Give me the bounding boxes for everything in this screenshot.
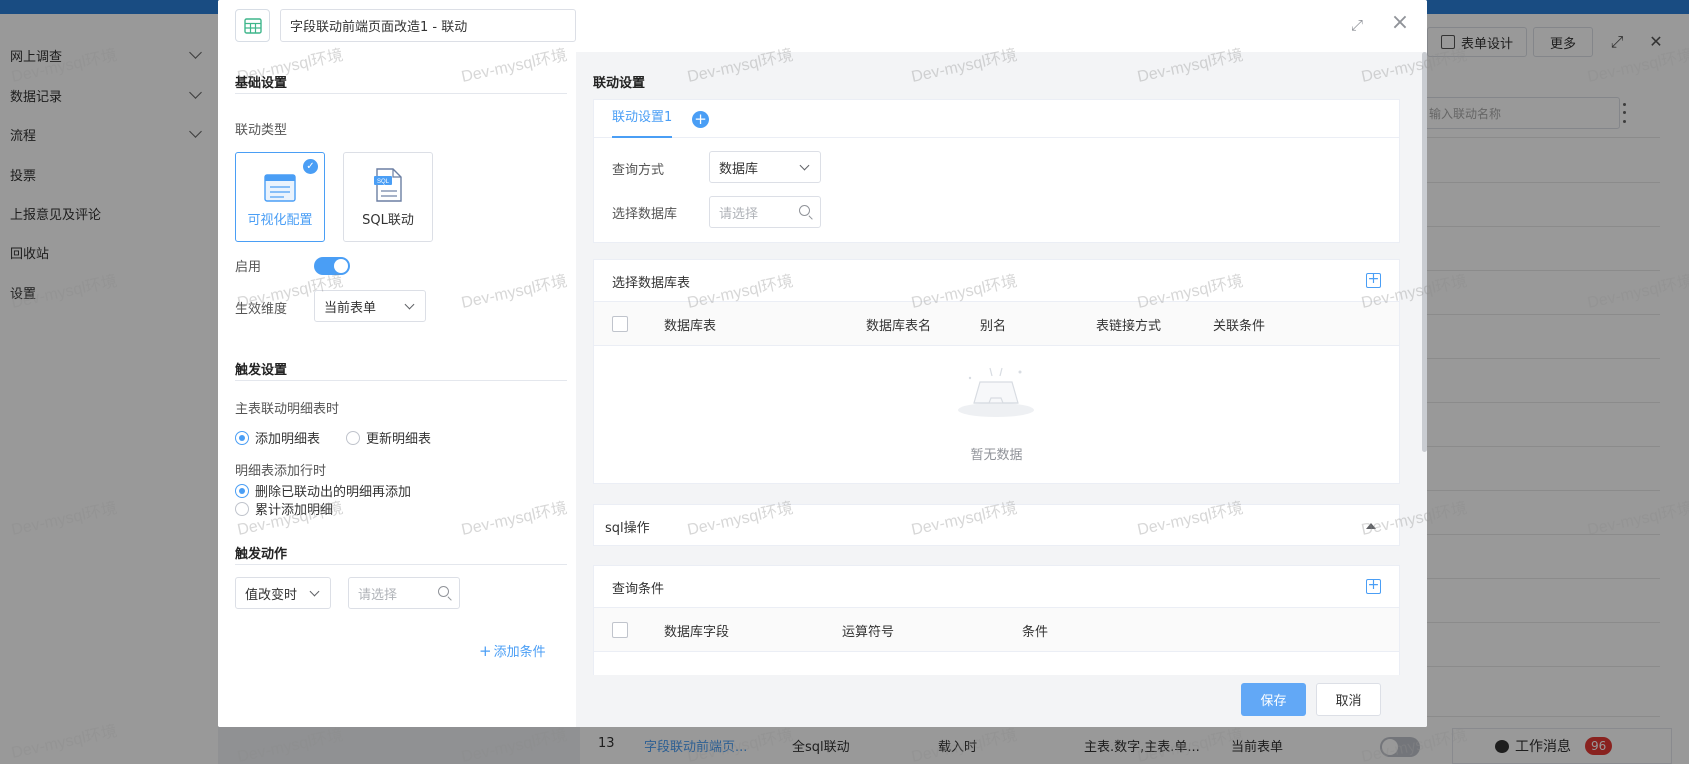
sidebar-item-data-records[interactable]: 数据记录 — [10, 84, 206, 106]
action-select[interactable]: 值改变时 — [235, 577, 331, 609]
master-detail-label: 主表联动明细表时 — [235, 402, 340, 417]
search-icon — [799, 205, 810, 216]
left-settings-pane: 基础设置 联动类型 ✓ 可视化配置 SQL SQL联动 启用 生效维度 当前表单… — [218, 52, 576, 727]
action-field-select[interactable]: 请选择 — [348, 577, 460, 609]
chevron-down-icon — [404, 299, 415, 310]
tab-linkage-1[interactable]: 联动设置1 — [612, 100, 673, 138]
row-linkage-type: 全sql联动 — [792, 740, 850, 755]
row-trigger: 载入时 — [938, 740, 978, 755]
form-design-button[interactable]: 表单设计 — [1427, 27, 1527, 57]
save-button[interactable]: 保存 — [1241, 683, 1306, 716]
maximize-icon[interactable]: ⤢ — [1351, 16, 1369, 34]
linkage-tabs: 联动设置1 + — [594, 100, 1399, 138]
radio-delete-then-add[interactable]: 删除已联动出的明细再添加 — [235, 481, 411, 500]
row-scope: 当前表单 — [1231, 740, 1284, 755]
type-option-visual[interactable]: ✓ 可视化配置 — [235, 152, 325, 242]
kebab-menu-icon[interactable] — [1620, 100, 1628, 126]
query-mode-select[interactable]: 数据库 — [709, 151, 821, 183]
chat-bubble-icon — [1495, 740, 1509, 753]
sidebar-item-workflow[interactable]: 流程 — [10, 123, 206, 145]
radio-add-detail[interactable]: 添加明细表 — [235, 428, 320, 447]
condition-header-row: 数据库字段 运算符号 条件 — [594, 608, 1399, 652]
scope-select[interactable]: 当前表单 — [314, 290, 426, 322]
select-db-label: 选择数据库 — [612, 207, 678, 222]
query-source-card: 联动设置1 + 查询方式 数据库 选择数据库 请选择 — [593, 99, 1400, 243]
add-condition-button[interactable]: + 添加条件 — [479, 641, 546, 660]
checkmark-icon: ✓ — [303, 159, 318, 174]
sql-operation-card[interactable]: sql操作 — [593, 504, 1400, 546]
sidebar-item-settings[interactable]: 设置 — [10, 281, 206, 303]
form-icon — [1440, 35, 1455, 49]
linkage-search-input[interactable]: 输入联动名称 — [1420, 97, 1620, 129]
dialog-scrollbar[interactable] — [1422, 52, 1427, 452]
query-condition-header: 查询条件 + — [594, 566, 1399, 608]
visual-config-icon — [264, 174, 296, 202]
chevron-down-icon — [189, 86, 202, 99]
add-condition-icon[interactable]: + — [1366, 578, 1381, 594]
divider — [235, 380, 567, 381]
empty-text: 暂无数据 — [970, 448, 1023, 463]
linkage-type-label: 联动类型 — [235, 123, 288, 138]
sidebar-item-vote[interactable]: 投票 — [10, 163, 206, 185]
trigger-action-title: 触发动作 — [235, 547, 288, 562]
collapse-arrow-icon[interactable] — [1366, 523, 1376, 529]
search-icon — [438, 586, 449, 597]
trigger-settings-title: 触发设置 — [235, 363, 288, 378]
linkage-settings-title: 联动设置 — [593, 76, 646, 91]
expand-icon[interactable]: ⤢ — [1608, 33, 1626, 51]
row-fields: 主表.数字,主表.单... — [1084, 740, 1200, 755]
dialog-header: 字段联动前端页面改造1 - 联动 ⤢ × — [218, 0, 1427, 52]
enable-label: 启用 — [235, 260, 262, 275]
db-table-header-row: 数据库表 数据库表名 别名 表链接方式 关联条件 — [594, 302, 1399, 346]
enable-toggle[interactable] — [314, 257, 350, 275]
more-button[interactable]: 更多 — [1533, 27, 1593, 57]
query-mode-label: 查询方式 — [612, 163, 665, 178]
row-index: 13 — [598, 736, 615, 751]
row-enable-toggle[interactable] — [1380, 737, 1420, 757]
chevron-down-icon — [189, 125, 202, 138]
chevron-down-icon — [309, 586, 320, 597]
add-tab-icon[interactable]: + — [692, 111, 709, 128]
sidebar-item-survey[interactable]: 网上调查 — [10, 44, 206, 66]
db-table-card-header: 选择数据库表 + — [594, 260, 1399, 302]
type-option-sql[interactable]: SQL SQL联动 — [343, 152, 433, 242]
table-icon — [235, 9, 270, 42]
database-select[interactable]: 请选择 — [709, 196, 821, 228]
sql-file-icon: SQL — [374, 168, 402, 202]
message-count-badge: 96 — [1585, 737, 1613, 755]
basic-settings-title: 基础设置 — [235, 76, 288, 91]
close-icon[interactable]: ✕ — [1647, 33, 1665, 51]
scope-label: 生效维度 — [235, 302, 288, 317]
sidebar: 网上调查 数据记录 流程 投票 上报意见及评论 回收站 设置 — [0, 14, 218, 764]
radio-update-detail[interactable]: 更新明细表 — [346, 428, 431, 447]
db-table-card: 选择数据库表 + 数据库表 数据库表名 别名 表链接方式 关联条件 暂无数据 — [593, 259, 1400, 484]
plus-icon: + — [479, 642, 492, 660]
divider — [235, 564, 567, 565]
chevron-down-icon — [799, 160, 810, 171]
close-icon[interactable]: × — [1390, 12, 1410, 34]
divider — [235, 93, 567, 94]
empty-state: 暂无数据 — [594, 348, 1399, 478]
sidebar-item-recycle-bin[interactable]: 回收站 — [10, 241, 206, 263]
row-linkage-name[interactable]: 字段联动前端页... — [644, 736, 747, 755]
svg-text:SQL: SQL — [377, 179, 390, 185]
cancel-button[interactable]: 取消 — [1316, 683, 1381, 716]
detail-add-label: 明细表添加行时 — [235, 464, 327, 479]
dialog-title-field[interactable]: 字段联动前端页面改造1 - 联动 — [280, 9, 576, 42]
sidebar-item-feedback[interactable]: 上报意见及评论 — [10, 202, 206, 224]
radio-accumulate-detail[interactable]: 累计添加明细 — [235, 499, 333, 518]
add-table-icon[interactable]: + — [1366, 272, 1381, 288]
empty-box-icon — [958, 367, 1034, 417]
select-all-checkbox[interactable] — [612, 316, 628, 332]
linkage-dialog: 字段联动前端页面改造1 - 联动 ⤢ × 基础设置 联动类型 ✓ 可视化配置 S… — [218, 0, 1427, 727]
chevron-down-icon — [189, 46, 202, 59]
select-all-checkbox[interactable] — [612, 622, 628, 638]
right-linkage-pane: 联动设置 联动设置1 + 查询方式 数据库 选择数据库 请选择 选择数据库表 +… — [576, 52, 1427, 727]
work-messages-button[interactable]: 工作消息 96 — [1452, 728, 1672, 764]
